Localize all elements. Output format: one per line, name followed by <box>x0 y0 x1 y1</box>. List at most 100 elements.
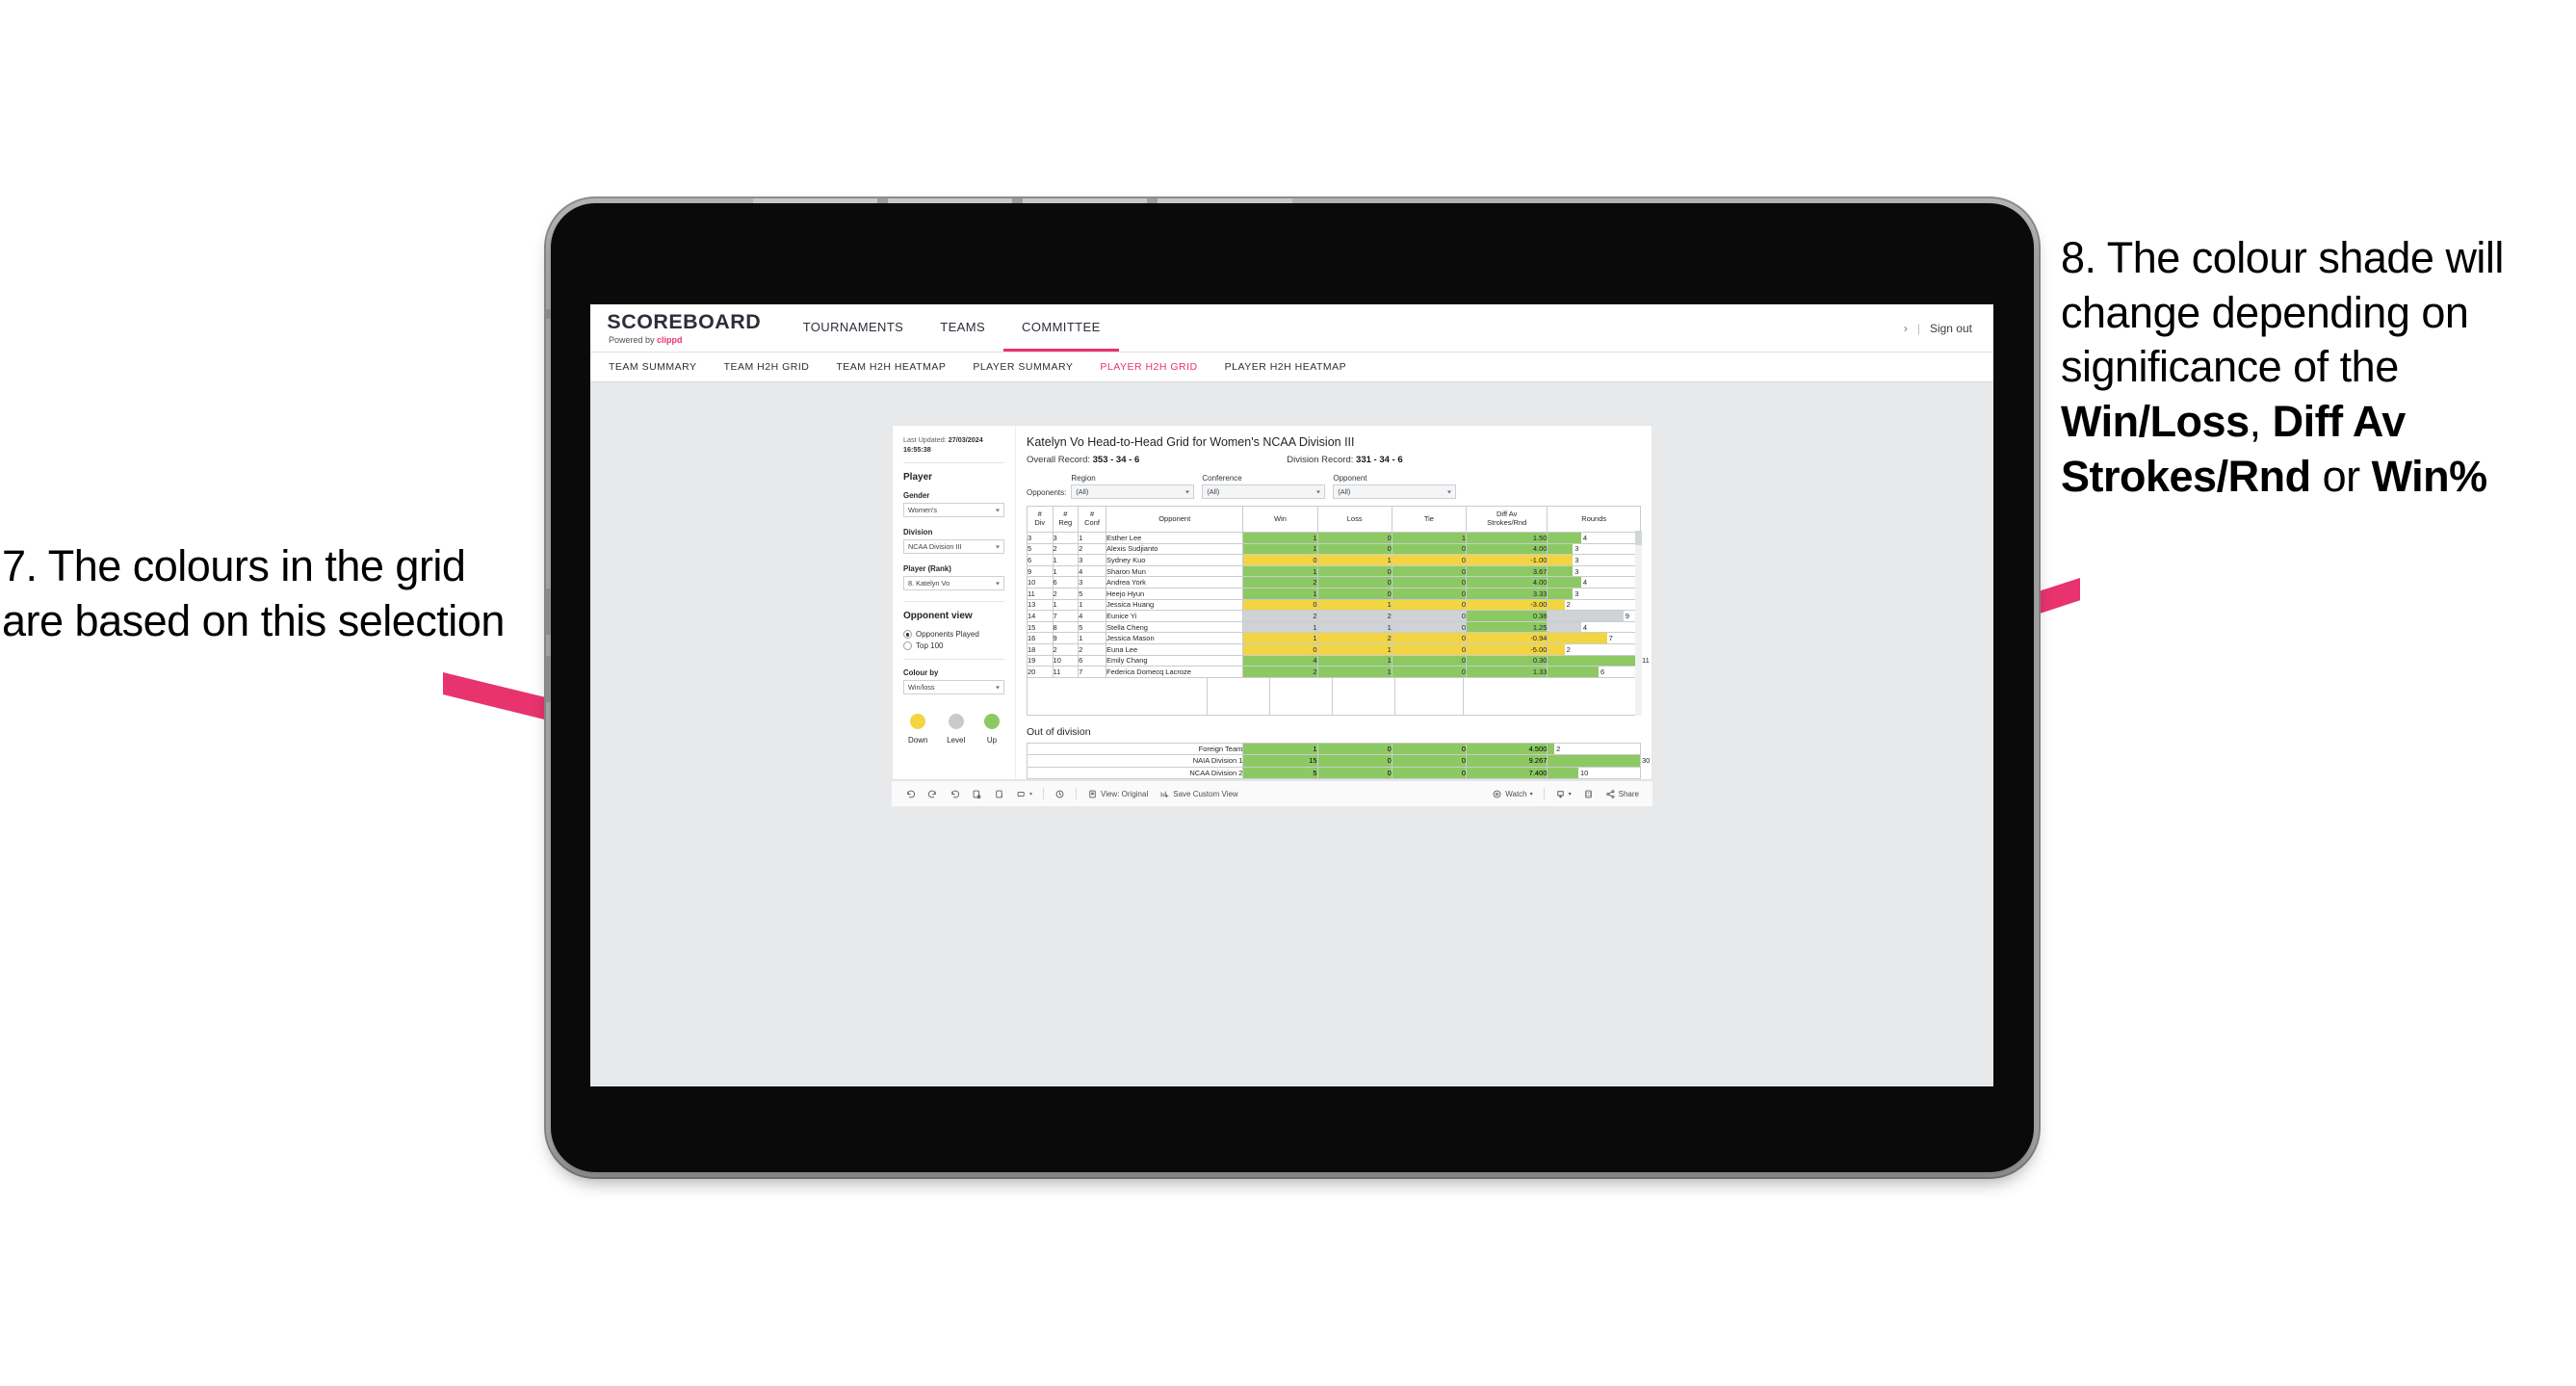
records-row: Overall Record: 353 - 34 - 6 Division Re… <box>1027 455 1641 465</box>
table-row[interactable]: 14 7 4 Eunice Yi 2 2 0 0.38 9 <box>1027 610 1641 622</box>
table-row[interactable]: 20 11 7 Federica Domecq Lacroze 2 1 0 1.33 6 <box>1027 666 1641 678</box>
cell-ood-diff: 7.400 <box>1465 766 1548 780</box>
ood-table-row[interactable]: NAIA Division 1 15 0 0 9.267 30 <box>1026 754 1650 768</box>
table-row[interactable]: 9 1 4 Sharon Mun 1 0 0 3.67 3 <box>1027 564 1641 578</box>
undo-button[interactable] <box>899 789 922 799</box>
cell-ood-loss: 0 <box>1316 742 1392 756</box>
region-value: (All) <box>1076 487 1089 496</box>
out-of-division-title: Out of division <box>1027 725 1091 738</box>
sign-out-link[interactable]: Sign out <box>1930 322 1972 335</box>
col-rounds: Rounds <box>1547 506 1641 533</box>
chevron-down-icon <box>996 509 1000 512</box>
division-select[interactable]: NCAA Division III <box>903 539 1004 555</box>
download-button[interactable]: ▾ <box>1549 789 1577 799</box>
cell-win: 1 <box>1242 542 1318 556</box>
nav-tab-tournaments[interactable]: TOURNAMENTS <box>785 304 923 352</box>
nav-tab-committee[interactable]: COMMITTEE <box>1003 304 1119 352</box>
cell-ood-rounds: 10 <box>1547 766 1641 780</box>
cell-diff: -0.94 <box>1465 632 1548 644</box>
cell-ood-rounds: 2 <box>1547 742 1641 756</box>
region-select[interactable]: (All) <box>1071 484 1195 499</box>
radio-opponents-played[interactable]: Opponents Played <box>903 630 1004 640</box>
cell-diff: 1.25 <box>1465 620 1548 634</box>
player-rank-select[interactable]: 8. Katelyn Vo <box>903 576 1004 591</box>
overall-record-label: Overall Record: <box>1027 455 1093 465</box>
table-row[interactable]: 3 3 1 Esther Lee 1 0 1 1.50 4 <box>1027 532 1641 544</box>
share-button[interactable]: Share <box>1600 789 1645 799</box>
cell-conf: 1 <box>1078 532 1107 544</box>
cell-div: 15 <box>1027 620 1054 634</box>
watch-label: Watch <box>1505 789 1527 798</box>
col-diff-l2: Strokes/Rnd <box>1487 518 1527 527</box>
cell-loss: 2 <box>1316 610 1392 622</box>
logo-text: SCOREBOARD <box>607 310 762 333</box>
cell-win: 0 <box>1242 554 1318 566</box>
subnav-team-h2h-grid[interactable]: TEAM H2H GRID <box>724 361 810 373</box>
app-logo[interactable]: SCOREBOARD Powered by clippd <box>590 304 785 352</box>
table-row[interactable]: 18 2 2 Euna Lee 0 1 0 -5.00 2 <box>1027 642 1641 656</box>
cell-ood-win: 1 <box>1242 742 1318 756</box>
cell-win: 1 <box>1242 632 1318 644</box>
pause-button[interactable] <box>988 789 1010 799</box>
cell-opponent: Jessica Mason <box>1106 632 1244 644</box>
radio-icon-selected <box>903 630 912 640</box>
table-row[interactable]: 11 2 5 Heejo Hyun 1 0 0 3.33 3 <box>1027 587 1641 600</box>
subnav-player-h2h-heatmap[interactable]: PLAYER H2H HEATMAP <box>1225 361 1346 373</box>
player-rank-value: 8. Katelyn Vo <box>908 579 950 588</box>
table-row[interactable]: 10 6 3 Andrea York 2 0 0 4.00 4 <box>1027 576 1641 588</box>
nav-tab-teams[interactable]: TEAMS <box>922 304 1003 352</box>
watch-button[interactable]: Watch ▾ <box>1486 789 1538 799</box>
table-vertical-scrollbar[interactable] <box>1635 531 1642 716</box>
cell-tie: 0 <box>1391 587 1467 600</box>
revert-button[interactable] <box>944 789 966 799</box>
colour-by-select[interactable]: Win/loss <box>903 680 1004 695</box>
table-row[interactable]: 16 9 1 Jessica Mason 1 2 0 -0.94 7 <box>1027 632 1641 644</box>
refresh-button[interactable] <box>966 789 988 799</box>
chevron-right-icon[interactable]: › <box>1904 322 1908 335</box>
table-row[interactable]: 6 1 3 Sydney Kuo 0 1 0 -1.00 3 <box>1027 554 1641 566</box>
opponent-caption: Opponent <box>1333 474 1367 483</box>
cell-reg: 6 <box>1052 576 1080 588</box>
division-value: NCAA Division III <box>908 542 962 552</box>
table-row[interactable]: 19 10 6 Emily Chang 4 1 0 0.30 11 <box>1027 654 1650 667</box>
cell-reg: 3 <box>1052 532 1080 544</box>
ood-table-row[interactable]: Foreign Team 1 0 0 4.500 2 <box>1026 742 1641 756</box>
cell-rounds: 4 <box>1547 576 1641 588</box>
opponent-select[interactable]: (All) <box>1333 484 1457 499</box>
scrollbar-thumb[interactable] <box>1635 531 1642 545</box>
tablet-screen: SCOREBOARD Powered by clippd TOURNAMENTS… <box>590 304 1993 1086</box>
cell-ood-tie: 0 <box>1391 766 1468 780</box>
last-updated-time: 16:55:38 <box>903 444 931 454</box>
subnav-team-summary[interactable]: TEAM SUMMARY <box>609 361 697 373</box>
radio-top-100[interactable]: Top 100 <box>903 641 1004 651</box>
redo-button[interactable] <box>922 789 944 799</box>
cell-div: 6 <box>1027 554 1054 566</box>
ood-table-row[interactable]: NCAA Division 2 5 0 0 7.400 10 <box>1026 766 1641 780</box>
cell-opponent: Jessica Huang <box>1106 598 1244 612</box>
opponent-view-heading: Opponent view <box>903 611 973 622</box>
cell-tie: 1 <box>1391 532 1467 544</box>
clock-button[interactable] <box>1049 789 1071 799</box>
cell-conf: 2 <box>1078 642 1107 656</box>
subnav-player-h2h-grid[interactable]: PLAYER H2H GRID <box>1100 361 1197 373</box>
cell-ood-name: NCAA Division 2 <box>1026 766 1244 780</box>
cell-opponent: Sydney Kuo <box>1106 554 1244 566</box>
cell-loss: 1 <box>1316 654 1392 667</box>
view-dropdown-button[interactable]: ▾ <box>1010 789 1038 799</box>
division-record-value: 331 - 34 - 6 <box>1356 455 1403 465</box>
conference-select[interactable]: (All) <box>1202 484 1326 499</box>
chevron-down-icon <box>1316 490 1321 493</box>
gender-select[interactable]: Women's <box>903 503 1004 518</box>
table-row[interactable]: 13 1 1 Jessica Huang 0 1 0 -3.00 2 <box>1027 598 1641 612</box>
table-row[interactable]: 15 8 5 Stella Cheng 1 1 0 1.25 4 <box>1027 620 1641 634</box>
cell-loss: 1 <box>1316 598 1392 612</box>
subnav-player-summary[interactable]: PLAYER SUMMARY <box>973 361 1073 373</box>
annotation-left: 7. The colours in the grid are based on … <box>2 541 505 645</box>
cell-loss: 0 <box>1316 587 1392 600</box>
share-label: Share <box>1618 789 1639 798</box>
fullscreen-button[interactable] <box>1577 789 1600 799</box>
subnav-team-h2h-heatmap[interactable]: TEAM H2H HEATMAP <box>836 361 946 373</box>
save-custom-view-button[interactable]: Save Custom View <box>1154 789 1243 799</box>
view-original-button[interactable]: View: Original <box>1081 789 1154 799</box>
table-row[interactable]: 5 2 2 Alexis Sudjianto 1 0 0 4.00 3 <box>1027 542 1641 556</box>
